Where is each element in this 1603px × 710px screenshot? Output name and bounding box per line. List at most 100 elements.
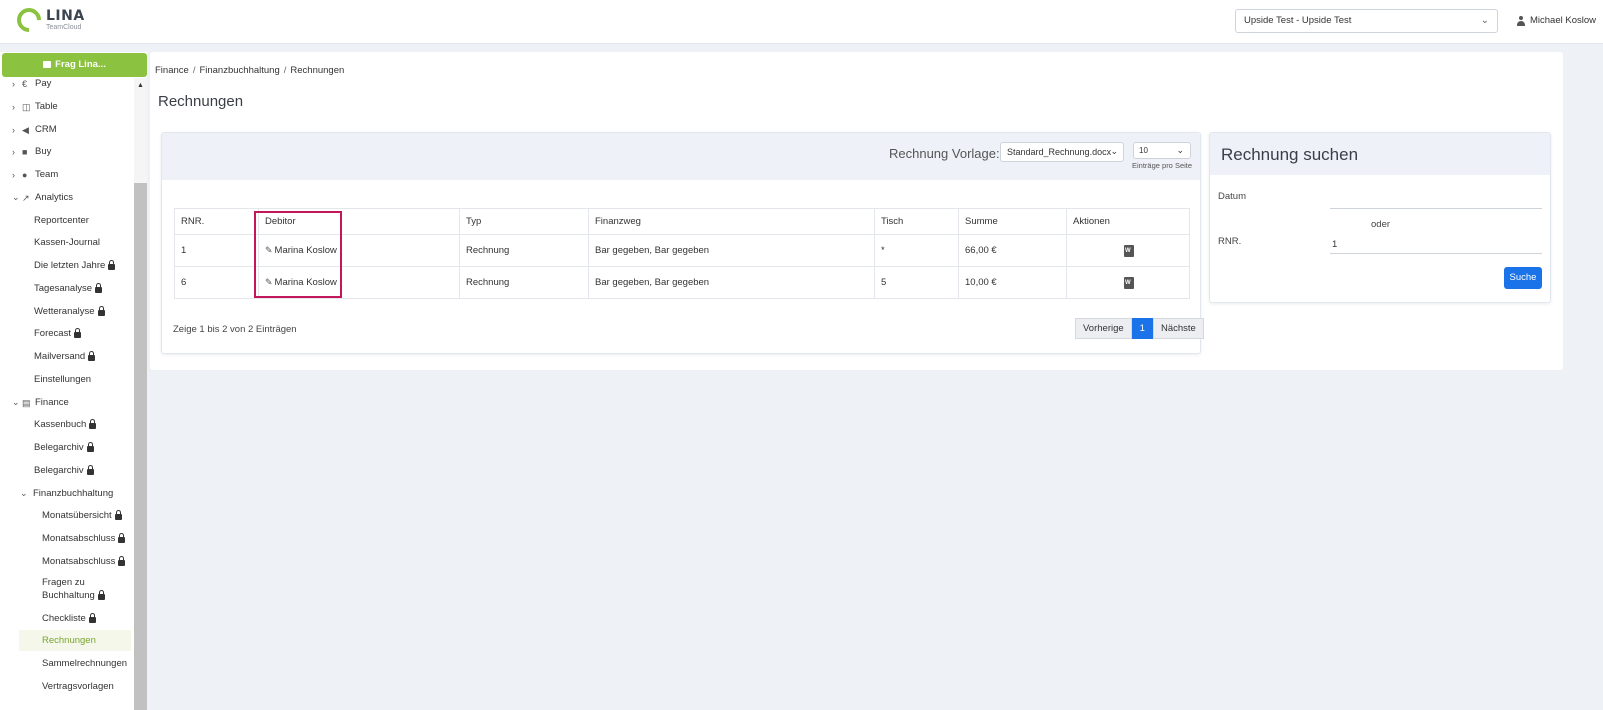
cell-tisch: 5 xyxy=(874,266,959,299)
sidebar-item-label: Forecast xyxy=(34,328,71,339)
column-header-summe[interactable]: Summe xyxy=(958,208,1067,235)
book-icon: ◫ xyxy=(22,102,31,112)
calculator-icon: ▤ xyxy=(22,398,31,408)
sidebar-item-label: Vertragsvorlagen xyxy=(42,681,114,692)
cell-summe: 10,00 € xyxy=(958,266,1067,299)
lock-icon xyxy=(97,589,105,600)
sidebar-item-einstellungen[interactable]: Einstellungen xyxy=(34,374,91,385)
column-header-aktionen: Aktionen xyxy=(1066,208,1190,235)
sidebar-item-vertragsvorlagen[interactable]: Vertragsvorlagen xyxy=(42,681,114,692)
entries-per-page-label: Einträge pro Seite xyxy=(1132,161,1193,170)
rnr-input[interactable]: 1 xyxy=(1330,234,1542,254)
sidebar-item-reportcenter[interactable]: Reportcenter xyxy=(34,215,89,226)
pagination-previous-button[interactable]: Vorherige xyxy=(1075,318,1132,339)
sidebar-item-checkliste[interactable]: Checkliste xyxy=(42,612,96,624)
word-document-icon[interactable] xyxy=(1124,277,1134,289)
invoice-card: Rechnung Vorlage: Standard_Rechnung.docx… xyxy=(161,132,1204,354)
euro-icon: € xyxy=(22,79,28,89)
pagination-next-button[interactable]: Nächste xyxy=(1152,318,1204,339)
sidebar-item-fragen-zu-buchhaltung-line2[interactable]: Buchhaltung xyxy=(42,589,105,601)
word-document-icon[interactable] xyxy=(1124,245,1134,257)
chevron-down-icon: ⌄ xyxy=(20,488,28,498)
sidebar-item-buy[interactable]: › ■ Buy xyxy=(12,146,51,157)
pagination-page-1[interactable]: 1 xyxy=(1131,318,1153,339)
chevron-right-icon: › xyxy=(12,78,15,89)
frag-lina-button[interactable]: Frag Lina... xyxy=(2,53,147,77)
chevron-right-icon: › xyxy=(12,169,15,180)
sidebar-item-finanzbuchhaltung[interactable]: ⌄ Finanzbuchhaltung xyxy=(20,488,113,499)
logo-name: LINA xyxy=(46,8,85,24)
sidebar-item-tagesanalyse[interactable]: Tagesanalyse xyxy=(34,282,103,294)
sidebar-item-pay[interactable]: › € Pay xyxy=(12,78,51,89)
sidebar-item-label: Table xyxy=(35,101,58,112)
lock-icon xyxy=(108,259,116,270)
vorlage-label: Rechnung Vorlage: xyxy=(889,146,1000,161)
sidebar-item-rechnungen[interactable]: Rechnungen xyxy=(42,635,96,646)
sidebar-item-label: Analytics xyxy=(35,192,74,203)
column-header-rnr[interactable]: RNR. xyxy=(174,208,259,235)
top-bar: LINA TeamCloud Upside Test - Upside Test… xyxy=(0,0,1603,44)
sidebar-item-forecast[interactable]: Forecast xyxy=(34,327,81,339)
lock-icon xyxy=(118,532,126,543)
lock-icon xyxy=(114,509,122,520)
chat-icon xyxy=(43,61,52,68)
lock-icon xyxy=(86,441,94,452)
truck-icon: ■ xyxy=(22,147,28,157)
cell-summe: 66,00 € xyxy=(958,234,1067,267)
sidebar-item-label: Mailversand xyxy=(34,351,86,362)
entries-per-page-select[interactable]: 10 ⌄ xyxy=(1133,142,1191,159)
company-select[interactable]: Upside Test - Upside Test ⌄ xyxy=(1235,9,1498,33)
lina-logo[interactable]: LINA TeamCloud xyxy=(12,3,85,37)
vorlage-select[interactable]: Standard_Rechnung.docx ⌄ xyxy=(1000,142,1124,162)
sidebar-item-mailversand[interactable]: Mailversand xyxy=(34,350,96,362)
sidebar-item-label: Monatsabschluss xyxy=(42,533,116,544)
sidebar-item-die-letzten-jahre[interactable]: Die letzten Jahre xyxy=(34,259,116,271)
sidebar-item-wetteranalyse[interactable]: Wetteranalyse xyxy=(34,305,105,317)
sidebar-item-team[interactable]: › ● Team xyxy=(12,169,58,180)
sidebar-item-label: Team xyxy=(35,169,59,180)
sidebar-item-label: Finanzbuchhaltung xyxy=(33,488,114,499)
column-header-finanzweg[interactable]: Finanzweg xyxy=(588,208,875,235)
column-header-typ[interactable]: Typ xyxy=(459,208,589,235)
sidebar-item-analytics[interactable]: ⌄ ↗ Analytics xyxy=(12,192,73,203)
cell-finanzweg: Bar gegeben, Bar gegeben xyxy=(588,266,875,299)
sidebar-item-sammelrechnungen[interactable]: Sammelrechnungen xyxy=(42,658,127,669)
sidebar-item-label: Checkliste xyxy=(42,613,86,624)
breadcrumb-finanzbuchhaltung[interactable]: Finanzbuchhaltung xyxy=(199,65,279,76)
cell-rnr: 1 xyxy=(174,234,259,267)
sidebar-item-monatsabschluss[interactable]: Monatsabschluss xyxy=(42,532,126,544)
breadcrumb-finance[interactable]: Finance xyxy=(155,65,189,76)
sidebar-item-label: Fragen zu xyxy=(42,577,85,588)
sidebar-item-crm[interactable]: › ◀ CRM xyxy=(12,124,57,135)
oder-label: oder xyxy=(1371,219,1391,230)
datum-input[interactable] xyxy=(1330,189,1542,209)
page-title: Rechnungen xyxy=(158,93,244,110)
logo-ring-icon xyxy=(12,3,46,37)
sidebar-scrollbar-thumb[interactable] xyxy=(134,183,147,710)
sidebar-item-fragen-zu-buchhaltung[interactable]: Fragen zu xyxy=(42,577,85,588)
sidebar-item-label: Pay xyxy=(35,78,52,89)
company-select-value: Upside Test - Upside Test xyxy=(1244,15,1352,26)
sidebar-item-table[interactable]: › ◫ Table xyxy=(12,101,58,112)
search-button[interactable]: Suche xyxy=(1504,267,1542,289)
sidebar-item-label: Belegarchiv xyxy=(34,465,84,476)
sidebar-item-kassen-journal[interactable]: Kassen-Journal xyxy=(34,237,100,248)
sidebar-item-finance[interactable]: ⌄ ▤ Finance xyxy=(12,397,69,408)
entries-select-value: 10 xyxy=(1139,146,1148,155)
cell-aktionen xyxy=(1066,234,1190,267)
sidebar-item-monatsabschluss-2[interactable]: Monatsabschluss xyxy=(42,555,126,567)
scroll-up-arrow-icon[interactable]: ▲ xyxy=(137,82,144,89)
logo-subtitle: TeamCloud xyxy=(46,24,82,31)
column-header-tisch[interactable]: Tisch xyxy=(874,208,959,235)
sidebar-item-monatsuebersicht[interactable]: Monatsübersicht xyxy=(42,509,122,521)
sidebar-item-belegarchiv[interactable]: Belegarchiv xyxy=(34,441,94,453)
sidebar-item-kassenbuch[interactable]: Kassenbuch xyxy=(34,418,97,430)
sidebar-item-belegarchiv-2[interactable]: Belegarchiv xyxy=(34,464,94,476)
sidebar-item-label: Finance xyxy=(35,397,69,408)
sidebar-item-label: Wetteranalyse xyxy=(34,306,95,317)
sidebar-item-label: Belegarchiv xyxy=(34,442,84,453)
user-menu[interactable]: Michael Koslow xyxy=(1516,15,1596,26)
datum-label: Datum xyxy=(1218,191,1246,202)
sidebar-item-label: Tagesanalyse xyxy=(34,283,93,294)
sidebar-item-label: Monatsabschluss xyxy=(42,556,116,567)
